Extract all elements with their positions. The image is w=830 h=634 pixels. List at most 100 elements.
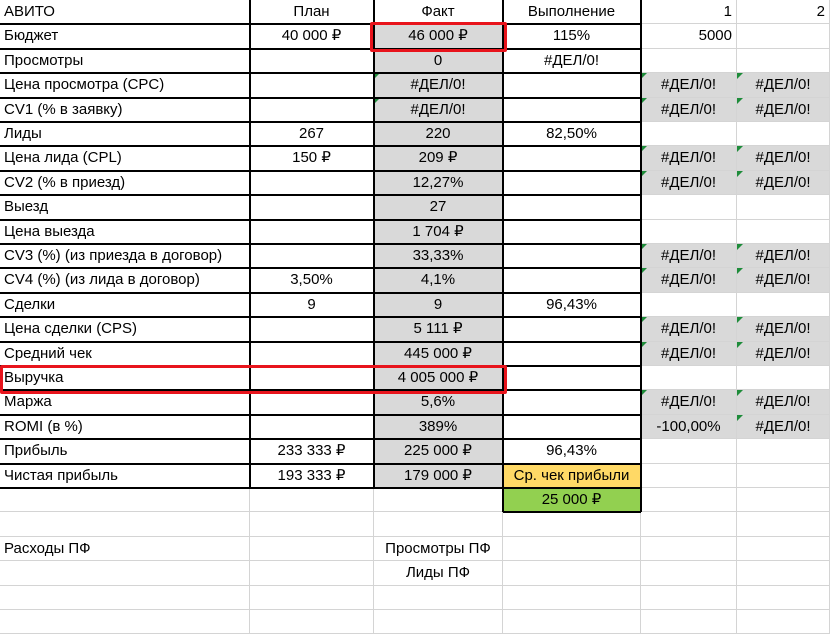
plan-cell[interactable] [250, 171, 374, 195]
label-cell[interactable] [0, 586, 250, 610]
plan-cell[interactable] [250, 195, 374, 220]
label-cell[interactable] [0, 488, 250, 512]
col2-cell[interactable] [737, 49, 830, 73]
col2-cell[interactable]: #ДЕЛ/0! [737, 342, 830, 366]
performance-cell[interactable] [503, 415, 641, 439]
col2-cell[interactable] [737, 586, 830, 610]
plan-cell[interactable] [250, 561, 374, 586]
col2-cell[interactable]: #ДЕЛ/0! [737, 73, 830, 98]
col1-cell[interactable] [641, 122, 737, 146]
performance-cell[interactable] [503, 586, 641, 610]
col2-cell[interactable]: #ДЕЛ/0! [737, 268, 830, 293]
performance-cell[interactable] [503, 366, 641, 390]
plan-cell[interactable] [250, 317, 374, 342]
fact-cell[interactable]: 4 005 000 ₽ [374, 366, 503, 390]
plan-cell[interactable] [250, 390, 374, 415]
col1-cell[interactable] [641, 488, 737, 512]
header-cell[interactable]: 1 [641, 0, 737, 24]
fact-cell[interactable]: #ДЕЛ/0! [374, 98, 503, 122]
fact-cell[interactable]: Лиды ПФ [374, 561, 503, 586]
label-cell[interactable]: Бюджет [0, 24, 250, 49]
performance-cell[interactable] [503, 390, 641, 415]
col2-cell[interactable] [737, 195, 830, 220]
col2-cell[interactable]: #ДЕЛ/0! [737, 317, 830, 342]
col2-cell[interactable] [737, 464, 830, 488]
plan-cell[interactable] [250, 49, 374, 73]
header-cell[interactable]: АВИТО [0, 0, 250, 24]
fact-cell[interactable] [374, 610, 503, 634]
fact-cell[interactable]: Просмотры ПФ [374, 537, 503, 561]
plan-cell[interactable] [250, 244, 374, 268]
label-cell[interactable]: CV2 (% в приезд) [0, 171, 250, 195]
col1-cell[interactable] [641, 366, 737, 390]
col2-cell[interactable] [737, 122, 830, 146]
col1-cell[interactable] [641, 49, 737, 73]
label-cell[interactable]: Просмотры [0, 49, 250, 73]
col1-cell[interactable] [641, 293, 737, 317]
col1-cell[interactable]: -100,00% [641, 415, 737, 439]
plan-cell[interactable] [250, 488, 374, 512]
performance-cell[interactable] [503, 171, 641, 195]
plan-cell[interactable] [250, 415, 374, 439]
plan-cell[interactable] [250, 342, 374, 366]
fact-cell[interactable]: 5 111 ₽ [374, 317, 503, 342]
performance-cell[interactable]: 96,43% [503, 293, 641, 317]
col1-cell[interactable]: #ДЕЛ/0! [641, 98, 737, 122]
fact-cell[interactable]: 46 000 ₽ [374, 24, 503, 49]
fact-cell[interactable]: 12,27% [374, 171, 503, 195]
plan-cell[interactable] [250, 610, 374, 634]
plan-cell[interactable] [250, 73, 374, 98]
plan-cell[interactable] [250, 586, 374, 610]
fact-cell[interactable]: 33,33% [374, 244, 503, 268]
performance-cell[interactable] [503, 146, 641, 171]
performance-cell[interactable]: 25 000 ₽ [503, 488, 641, 512]
label-cell[interactable]: Чистая прибыль [0, 464, 250, 488]
performance-cell[interactable] [503, 561, 641, 586]
col1-cell[interactable] [641, 220, 737, 244]
col2-cell[interactable]: #ДЕЛ/0! [737, 171, 830, 195]
fact-cell[interactable]: 220 [374, 122, 503, 146]
label-cell[interactable]: Выезд [0, 195, 250, 220]
label-cell[interactable]: Цена выезда [0, 220, 250, 244]
col2-cell[interactable]: #ДЕЛ/0! [737, 98, 830, 122]
label-cell[interactable] [0, 610, 250, 634]
col2-cell[interactable] [737, 439, 830, 464]
col2-cell[interactable] [737, 488, 830, 512]
fact-cell[interactable] [374, 586, 503, 610]
col2-cell[interactable]: #ДЕЛ/0! [737, 415, 830, 439]
fact-cell[interactable]: 27 [374, 195, 503, 220]
col1-cell[interactable] [641, 439, 737, 464]
plan-cell[interactable] [250, 512, 374, 537]
fact-cell[interactable]: 225 000 ₽ [374, 439, 503, 464]
performance-cell[interactable]: Ср. чек прибыли [503, 464, 641, 488]
label-cell[interactable]: CV3 (%) (из приезда в договор) [0, 244, 250, 268]
fact-cell[interactable]: 4,1% [374, 268, 503, 293]
col1-cell[interactable]: #ДЕЛ/0! [641, 390, 737, 415]
col1-cell[interactable]: #ДЕЛ/0! [641, 268, 737, 293]
fact-cell[interactable]: 179 000 ₽ [374, 464, 503, 488]
performance-cell[interactable] [503, 537, 641, 561]
col2-cell[interactable] [737, 366, 830, 390]
header-cell[interactable]: Факт [374, 0, 503, 24]
col1-cell[interactable]: #ДЕЛ/0! [641, 244, 737, 268]
performance-cell[interactable] [503, 220, 641, 244]
performance-cell[interactable]: 82,50% [503, 122, 641, 146]
plan-cell[interactable]: 40 000 ₽ [250, 24, 374, 49]
performance-cell[interactable] [503, 342, 641, 366]
label-cell[interactable] [0, 512, 250, 537]
col1-cell[interactable]: #ДЕЛ/0! [641, 171, 737, 195]
label-cell[interactable]: Маржа [0, 390, 250, 415]
header-cell[interactable]: 2 [737, 0, 830, 24]
col2-cell[interactable]: #ДЕЛ/0! [737, 390, 830, 415]
col1-cell[interactable]: #ДЕЛ/0! [641, 146, 737, 171]
col1-cell[interactable]: #ДЕЛ/0! [641, 73, 737, 98]
label-cell[interactable]: ROMI (в %) [0, 415, 250, 439]
label-cell[interactable]: Расходы ПФ [0, 537, 250, 561]
performance-cell[interactable] [503, 268, 641, 293]
col1-cell[interactable] [641, 512, 737, 537]
col1-cell[interactable]: #ДЕЛ/0! [641, 317, 737, 342]
performance-cell[interactable]: 96,43% [503, 439, 641, 464]
col1-cell[interactable] [641, 195, 737, 220]
col2-cell[interactable] [737, 610, 830, 634]
label-cell[interactable] [0, 561, 250, 586]
